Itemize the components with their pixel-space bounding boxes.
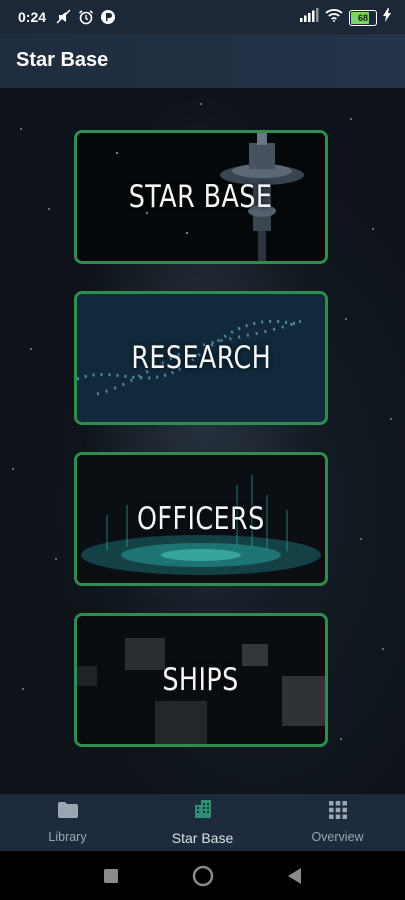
grid-icon	[328, 801, 347, 824]
status-bar: 0:24 68	[0, 0, 405, 34]
page-title: Star Base	[16, 49, 109, 71]
officers-card-label: OFFICERS	[137, 501, 265, 537]
ships-card[interactable]: SHIPS	[74, 613, 328, 747]
star-base-card[interactable]: STAR BASE	[74, 130, 328, 264]
ships-card-label: SHIPS	[162, 662, 240, 698]
recent-apps-button[interactable]	[100, 865, 122, 887]
status-icons-left	[56, 9, 116, 25]
battery-icon: 68	[349, 9, 377, 26]
status-icons-right: 68	[299, 8, 391, 27]
system-navigation-bar	[0, 851, 405, 900]
back-button[interactable]	[284, 865, 306, 887]
research-card[interactable]: RESEARCH	[74, 291, 328, 425]
nav-item-star-base[interactable]: Star Base	[135, 794, 270, 851]
officers-card[interactable]: OFFICERS	[74, 452, 328, 586]
wifi-icon	[325, 8, 343, 27]
research-card-label: RESEARCH	[131, 340, 271, 376]
app-bar: Star Base	[0, 34, 405, 88]
status-time: 0:24	[18, 9, 47, 25]
bottom-navigation: Library Star Base Overview	[0, 794, 405, 851]
building-icon	[193, 799, 213, 824]
app-notification-icon	[100, 9, 116, 25]
nav-label-star-base: Star Base	[171, 830, 234, 846]
alarm-icon	[78, 9, 94, 25]
main-content: STAR BASE RESEARCH OFFICERS SHIPS	[0, 88, 405, 794]
mute-icon	[56, 9, 72, 25]
battery-level: 68	[357, 12, 368, 23]
star-base-card-label: STAR BASE	[129, 179, 273, 215]
signal-icon	[299, 8, 319, 27]
charging-icon	[383, 8, 391, 27]
nav-label-overview: Overview	[311, 830, 364, 844]
folder-icon	[57, 801, 79, 824]
nav-item-library[interactable]: Library	[0, 794, 135, 851]
home-button[interactable]	[192, 865, 214, 887]
nav-label-library: Library	[48, 830, 87, 844]
nav-item-overview[interactable]: Overview	[270, 794, 405, 851]
